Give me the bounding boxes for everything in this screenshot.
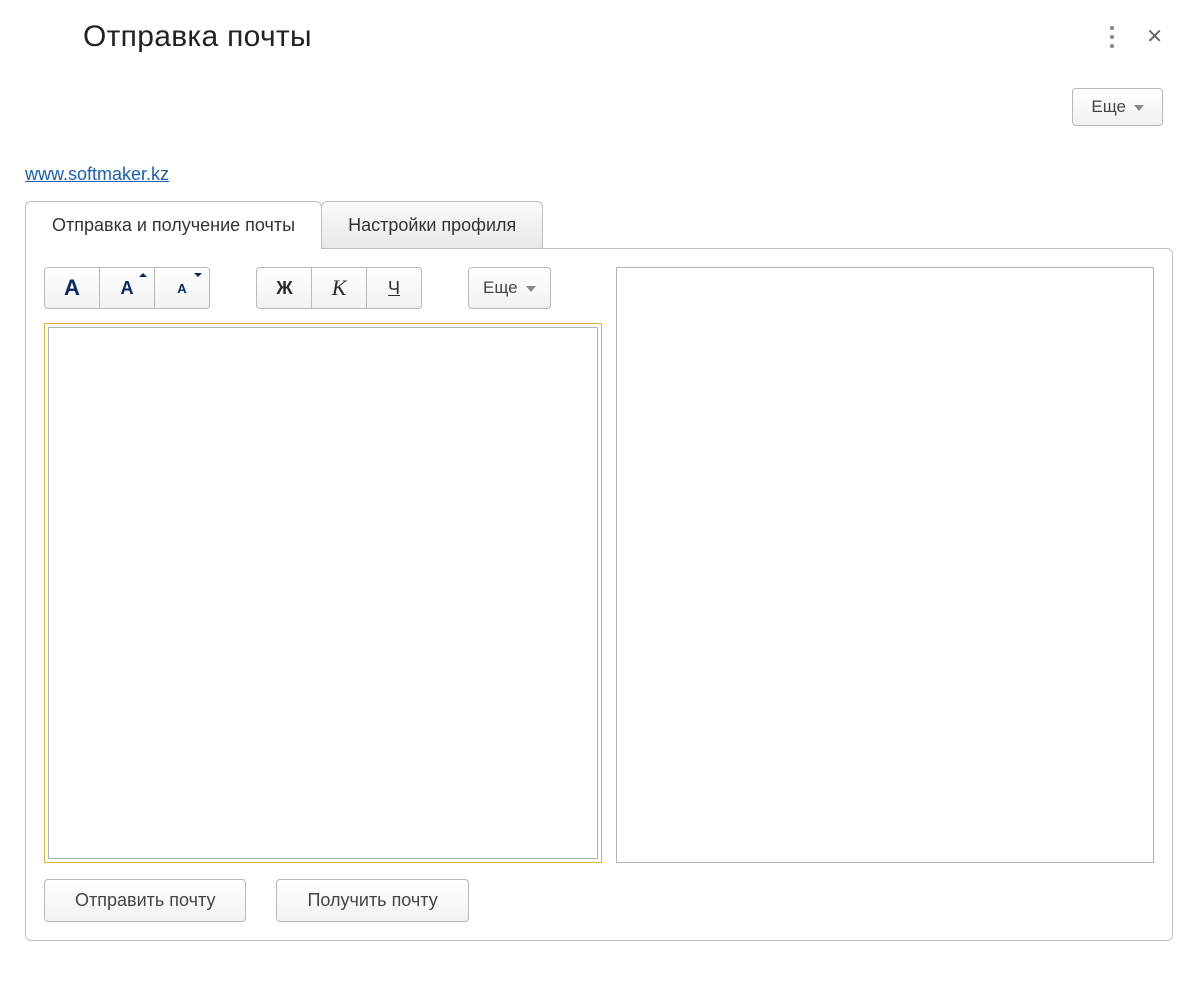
font-style-group: Ж К Ч [256, 267, 422, 309]
tab-send-receive[interactable]: Отправка и получение почты [25, 201, 322, 249]
italic-button[interactable]: К [311, 267, 367, 309]
receive-mail-button[interactable]: Получить почту [276, 879, 468, 922]
editor-row: А А А [44, 267, 1154, 922]
tab-profile-settings[interactable]: Настройки профиля [321, 201, 543, 249]
preview-area[interactable] [617, 268, 1153, 862]
editor-toolbar: А А А [44, 267, 602, 309]
italic-icon: К [332, 275, 347, 301]
chevron-down-icon [526, 286, 536, 292]
font-large-button[interactable]: А [44, 267, 100, 309]
left-pane: А А А [44, 267, 602, 922]
preview-frame [616, 267, 1154, 863]
font-large-icon: А [64, 275, 80, 301]
editor-frame [44, 323, 602, 863]
underline-icon: Ч [388, 278, 400, 299]
header-actions: Еще [25, 88, 1173, 126]
kebab-menu-icon[interactable] [1106, 22, 1118, 52]
caret-up-icon [139, 273, 147, 277]
bold-button[interactable]: Ж [256, 267, 312, 309]
font-small-icon: А [177, 281, 186, 296]
tab-send-receive-label: Отправка и получение почты [52, 215, 295, 235]
mail-window: Отправка почты ✕ Еще www.softmaker.kz От… [0, 0, 1198, 961]
font-size-group: А А А [44, 267, 210, 309]
site-link[interactable]: www.softmaker.kz [25, 164, 169, 185]
tab-profile-settings-label: Настройки профиля [348, 215, 516, 235]
tab-bar: Отправка и получение почты Настройки про… [25, 201, 1173, 249]
right-pane [616, 267, 1154, 922]
underline-button[interactable]: Ч [366, 267, 422, 309]
message-editor[interactable] [48, 327, 598, 859]
bottom-buttons: Отправить почту Получить почту [44, 879, 602, 922]
bold-icon: Ж [276, 278, 291, 299]
close-icon[interactable]: ✕ [1146, 27, 1163, 47]
toolbar-more-label: Еще [483, 278, 518, 298]
title-bar: Отправка почты ✕ [25, 20, 1173, 54]
toolbar-more-button[interactable]: Еще [468, 267, 551, 309]
tab-content: А А А [25, 248, 1173, 941]
caret-down-icon [194, 273, 202, 277]
title-controls: ✕ [1106, 22, 1163, 52]
header-more-label: Еще [1091, 97, 1126, 117]
font-decrease-button[interactable]: А [154, 267, 210, 309]
header-more-button[interactable]: Еще [1072, 88, 1163, 126]
chevron-down-icon [1134, 105, 1144, 111]
tab-block: Отправка и получение почты Настройки про… [25, 201, 1173, 941]
font-increase-button[interactable]: А [99, 267, 155, 309]
font-mid-icon: А [121, 278, 134, 299]
send-mail-button[interactable]: Отправить почту [44, 879, 246, 922]
window-title: Отправка почты [83, 20, 312, 54]
